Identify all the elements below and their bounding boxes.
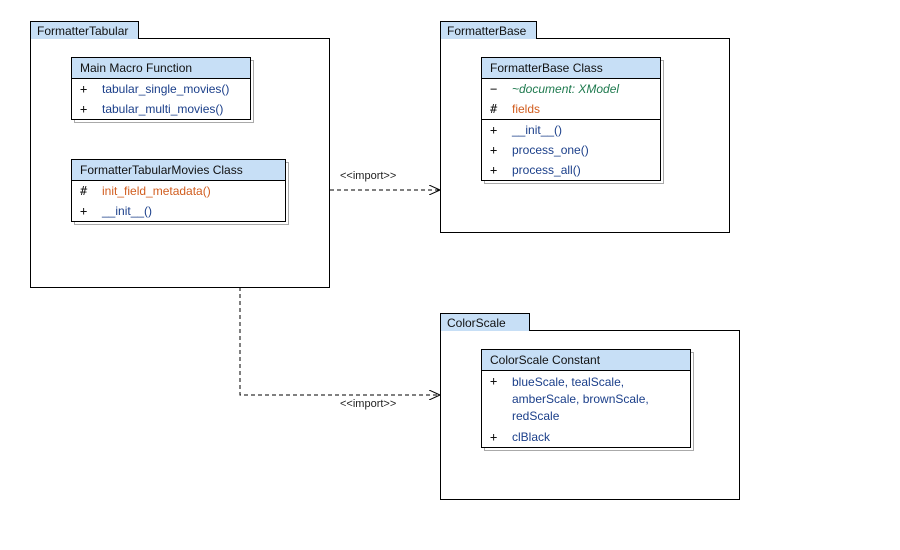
visibility-icon: + <box>80 102 92 116</box>
class-formatter-base: FormatterBase Class − ~document: XModel … <box>481 57 661 181</box>
class-title: Main Macro Function <box>72 58 250 79</box>
member-name: __init__() <box>512 123 562 137</box>
class-formatter-tabular-movies: FormatterTabularMovies Class # init_fiel… <box>71 159 286 222</box>
member-row: # fields <box>482 99 660 119</box>
package-formatter-tabular: FormatterTabular Main Macro Function + t… <box>30 38 330 288</box>
package-tab: ColorScale <box>440 313 530 331</box>
visibility-icon: − <box>490 82 502 96</box>
member-row: + __init__() <box>72 201 285 221</box>
package-title: FormatterTabular <box>37 24 128 38</box>
package-tab: FormatterTabular <box>30 21 139 39</box>
class-title: FormatterBase Class <box>482 58 660 79</box>
member-name: ~document: XModel <box>512 82 619 96</box>
member-name: clBlack <box>512 430 550 444</box>
visibility-icon: + <box>80 204 92 218</box>
relationship-label: <<import>> <box>340 398 396 410</box>
visibility-icon: + <box>80 82 92 96</box>
member-name: init_field_metadata() <box>102 184 211 198</box>
member-name: __init__() <box>102 204 152 218</box>
visibility-icon: + <box>490 374 502 388</box>
visibility-icon: + <box>490 123 502 137</box>
member-row: + __init__() <box>482 120 660 140</box>
visibility-icon: # <box>80 184 92 198</box>
member-name: fields <box>512 102 540 116</box>
package-formatter-base: FormatterBase FormatterBase Class − ~doc… <box>440 38 730 233</box>
member-row: − ~document: XModel <box>482 79 660 99</box>
member-row: + tabular_single_movies() <box>72 79 250 99</box>
package-tab: FormatterBase <box>440 21 537 39</box>
member-name: process_all() <box>512 163 581 177</box>
visibility-icon: + <box>490 430 502 444</box>
member-name: tabular_multi_movies() <box>102 102 223 116</box>
member-name: blueScale, tealScale, amberScale, brownS… <box>512 374 684 424</box>
visibility-icon: # <box>490 102 502 116</box>
member-row: + clBlack <box>482 427 690 447</box>
relationship-label: <<import>> <box>340 170 396 182</box>
member-row: + tabular_multi_movies() <box>72 99 250 119</box>
class-title: FormatterTabularMovies Class <box>72 160 285 181</box>
class-title: ColorScale Constant <box>482 350 690 371</box>
visibility-icon: + <box>490 163 502 177</box>
class-main-macro-function: Main Macro Function + tabular_single_mov… <box>71 57 251 120</box>
package-color-scale: ColorScale ColorScale Constant + blueSca… <box>440 330 740 500</box>
member-name: tabular_single_movies() <box>102 82 229 96</box>
package-title: ColorScale <box>447 316 506 330</box>
visibility-icon: + <box>490 143 502 157</box>
member-name: process_one() <box>512 143 589 157</box>
package-title: FormatterBase <box>447 24 526 38</box>
member-row: + process_one() <box>482 140 660 160</box>
member-row: + process_all() <box>482 160 660 180</box>
class-color-scale-constant: ColorScale Constant + blueScale, tealSca… <box>481 349 691 448</box>
member-row: # init_field_metadata() <box>72 181 285 201</box>
member-row: + blueScale, tealScale, amberScale, brow… <box>482 371 690 427</box>
